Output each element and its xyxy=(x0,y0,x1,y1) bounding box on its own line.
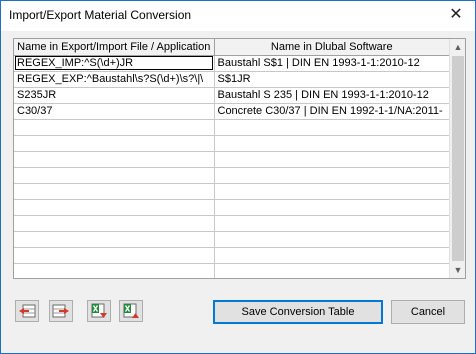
table-cell[interactable]: REGEX_EXP:^Baustahl\s?S(\d+)\s?\|\ xyxy=(14,71,215,88)
insert-row-icon xyxy=(19,304,36,318)
import-excel-button[interactable] xyxy=(87,300,111,322)
table-cell[interactable] xyxy=(14,135,215,152)
import-excel-icon xyxy=(91,303,107,318)
table-row[interactable] xyxy=(14,215,450,232)
table-row[interactable]: REGEX_IMP:^S(\d+)JR Baustahl S$1 | DIN E… xyxy=(14,55,450,72)
scroll-down-arrow[interactable]: ▼ xyxy=(450,262,465,278)
table-cell[interactable] xyxy=(214,215,450,232)
table-row[interactable] xyxy=(14,183,450,200)
table-cell[interactable] xyxy=(214,151,450,168)
table-row[interactable] xyxy=(14,167,450,184)
table-cell[interactable]: C30/37 xyxy=(14,103,215,120)
table-cell[interactable] xyxy=(14,151,215,168)
table-cell[interactable]: REGEX_IMP:^S(\d+)JR xyxy=(14,55,215,72)
delete-row-icon xyxy=(52,304,69,318)
table-cell[interactable] xyxy=(214,167,450,184)
table-cell[interactable] xyxy=(214,231,450,248)
table-row[interactable] xyxy=(14,199,450,216)
table-cell[interactable] xyxy=(214,135,450,152)
table-cell[interactable]: S235JR xyxy=(14,87,215,104)
table-cell[interactable]: Baustahl S$1 | DIN EN 1993-1-1:2010-12 xyxy=(214,55,450,72)
table-cell[interactable]: Baustahl S 235 | DIN EN 1993-1-1:2010-12 xyxy=(214,87,450,104)
scrollbar-thumb[interactable] xyxy=(452,56,464,261)
title-bar: Import/Export Material Conversion ✕ xyxy=(1,1,475,31)
table-row[interactable] xyxy=(14,151,450,168)
save-conversion-table-button[interactable]: Save Conversion Table xyxy=(213,300,383,324)
column-header-dlubal-name[interactable]: Name in Dlubal Software xyxy=(214,39,450,56)
table-cell[interactable] xyxy=(214,263,450,278)
close-button[interactable]: ✕ xyxy=(441,3,471,25)
table-row[interactable] xyxy=(14,135,450,152)
table-cell[interactable] xyxy=(14,199,215,216)
table-cell[interactable]: S$1JR xyxy=(214,71,450,88)
chevron-up-icon: ▲ xyxy=(453,42,463,52)
export-excel-button[interactable] xyxy=(119,300,143,322)
table-cell[interactable] xyxy=(214,183,450,200)
table-cell[interactable] xyxy=(214,247,450,264)
conversion-grid: Name in Export/Import File / Application… xyxy=(14,39,450,278)
chevron-down-icon: ▼ xyxy=(453,265,463,275)
table-cell[interactable] xyxy=(214,199,450,216)
export-excel-icon xyxy=(123,303,139,318)
table-cell[interactable] xyxy=(14,119,215,136)
table-row[interactable] xyxy=(14,247,450,264)
conversion-table[interactable]: Name in Export/Import File / Application… xyxy=(13,38,466,279)
table-row[interactable]: C30/37 Concrete C30/37 | DIN EN 1992-1-1… xyxy=(14,103,450,120)
vertical-scrollbar[interactable]: ▲ ▼ xyxy=(449,39,465,278)
table-cell[interactable] xyxy=(14,247,215,264)
insert-row-button[interactable] xyxy=(15,300,39,322)
cancel-button[interactable]: Cancel xyxy=(391,300,465,324)
close-icon: ✕ xyxy=(449,6,463,23)
dialog-title: Import/Export Material Conversion xyxy=(9,8,192,22)
table-cell[interactable]: Concrete C30/37 | DIN EN 1992-1-1/NA:201… xyxy=(214,103,450,120)
table-row[interactable]: S235JR Baustahl S 235 | DIN EN 1993-1-1:… xyxy=(14,87,450,104)
table-cell[interactable] xyxy=(14,167,215,184)
table-row[interactable] xyxy=(14,231,450,248)
dialog-window: Import/Export Material Conversion ✕ Name… xyxy=(0,0,476,354)
header-row: Name in Export/Import File / Application… xyxy=(14,39,450,56)
table-cell[interactable] xyxy=(14,183,215,200)
column-header-file-name[interactable]: Name in Export/Import File / Application xyxy=(14,39,215,56)
table-cell[interactable] xyxy=(14,263,215,278)
table-cell[interactable] xyxy=(214,119,450,136)
table-row[interactable] xyxy=(14,263,450,278)
delete-row-button[interactable] xyxy=(49,300,73,322)
table-row[interactable]: REGEX_EXP:^Baustahl\s?S(\d+)\s?\|\ S$1JR xyxy=(14,71,450,88)
table-cell[interactable] xyxy=(14,215,215,232)
table-row[interactable] xyxy=(14,119,450,136)
scroll-up-arrow[interactable]: ▲ xyxy=(450,39,465,55)
table-cell[interactable] xyxy=(14,231,215,248)
